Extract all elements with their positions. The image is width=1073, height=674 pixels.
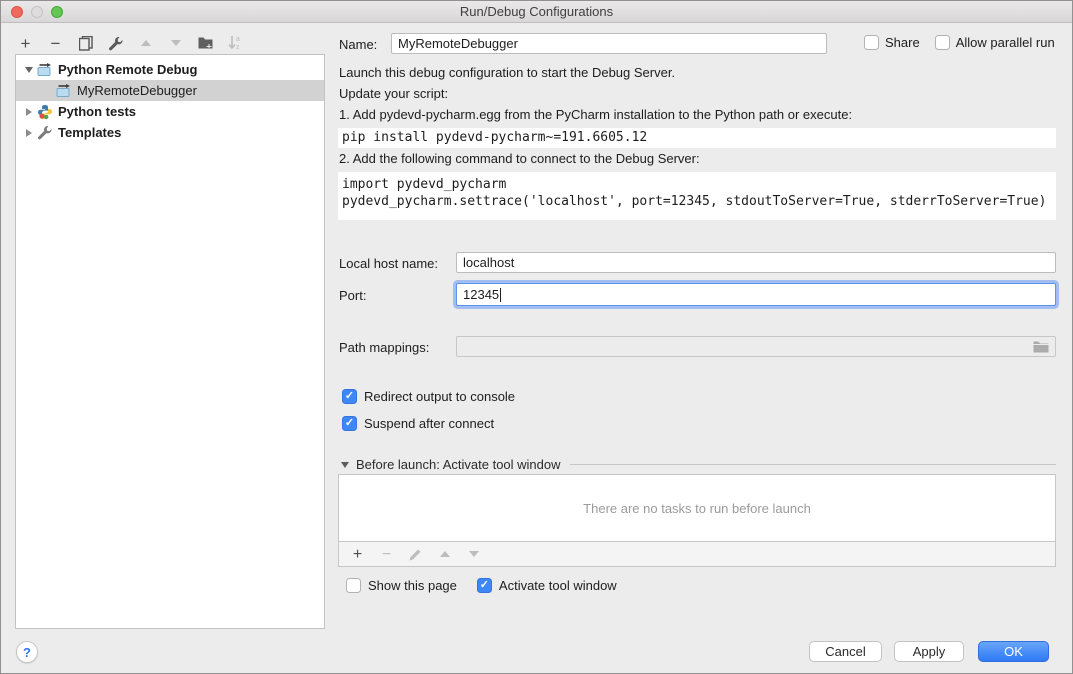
suspend-after-connect-row[interactable]: ✓ Suspend after connect (342, 416, 494, 431)
remove-task-button: − (378, 546, 395, 563)
before-launch-title: Before launch: Activate tool window (356, 457, 561, 472)
show-this-page-checkbox[interactable] (346, 578, 361, 593)
sort-configurations-icon: az (227, 35, 244, 52)
pip-install-code: pip install pydevd-pycharm~=191.6605.12 (338, 128, 1056, 148)
name-value: MyRemoteDebugger (398, 36, 518, 51)
instruction-step-1: 1. Add pydevd-pycharm.egg from the PyCha… (339, 107, 852, 122)
settrace-code-line-2: pydevd_pycharm.settrace('localhost', por… (342, 193, 1056, 210)
ok-button[interactable]: OK (978, 641, 1049, 662)
tree-item-myremotedebugger[interactable]: MyRemoteDebugger (16, 80, 324, 101)
instruction-line-1: Launch this debug configuration to start… (339, 65, 675, 80)
move-up-icon (137, 35, 154, 52)
settrace-code-line-1: import pydevd_pycharm (342, 176, 1056, 193)
chevron-collapsed-icon[interactable] (22, 108, 36, 116)
titlebar[interactable]: Run/Debug Configurations (1, 1, 1072, 23)
share-label: Share (885, 35, 920, 50)
name-input[interactable]: MyRemoteDebugger (391, 33, 827, 54)
svg-text:a: a (236, 36, 240, 43)
tree-item-python-remote-debug[interactable]: Python Remote Debug (16, 59, 324, 80)
tree-item-label: Python Remote Debug (58, 62, 197, 77)
python-tests-icon (36, 104, 53, 120)
svg-text:z: z (236, 44, 240, 51)
remote-debug-config-icon (36, 62, 53, 78)
redirect-output-label: Redirect output to console (364, 389, 515, 404)
activate-tool-window-label: Activate tool window (499, 578, 617, 593)
collapse-section-icon[interactable] (341, 462, 349, 468)
edit-templates-wrench-icon[interactable] (107, 35, 124, 52)
before-launch-header[interactable]: Before launch: Activate tool window (341, 457, 1056, 472)
share-checkbox[interactable] (864, 35, 879, 50)
redirect-output-checkbox[interactable]: ✓ (342, 389, 357, 404)
add-configuration-button[interactable]: + (17, 35, 34, 52)
move-task-down-icon (465, 546, 482, 563)
show-this-page-label: Show this page (368, 578, 457, 593)
port-value: 12345 (463, 287, 499, 302)
path-mappings-input[interactable] (456, 336, 1056, 357)
settrace-code-block: import pydevd_pycharm pydevd_pycharm.set… (338, 172, 1056, 220)
folder-browse-icon[interactable] (1033, 341, 1049, 353)
local-host-input[interactable]: localhost (456, 252, 1056, 273)
port-label: Port: (339, 288, 366, 303)
before-launch-task-list[interactable]: There are no tasks to run before launch (338, 474, 1056, 542)
tree-item-label: Python tests (58, 104, 136, 119)
chevron-collapsed-icon[interactable] (22, 129, 36, 137)
activate-tool-window-checkbox[interactable]: ✓ (477, 578, 492, 593)
task-list-toolbar: + − (338, 542, 1056, 567)
page-options-row: Show this page ✓ Activate tool window (346, 578, 617, 593)
run-debug-configurations-dialog: Run/Debug Configurations + − az Python R… (0, 0, 1073, 674)
remote-debug-config-icon (55, 83, 72, 99)
name-label: Name: (339, 37, 377, 52)
edit-task-pencil-icon (407, 546, 424, 563)
add-task-button[interactable]: + (349, 546, 366, 563)
text-caret (500, 288, 501, 302)
redirect-output-row[interactable]: ✓ Redirect output to console (342, 389, 515, 404)
templates-wrench-icon (36, 125, 53, 141)
local-host-value: localhost (463, 255, 514, 270)
instruction-step-2: 2. Add the following command to connect … (339, 151, 700, 166)
remove-configuration-button[interactable]: − (47, 35, 64, 52)
help-button[interactable]: ? (16, 641, 38, 663)
new-folder-icon[interactable] (197, 35, 214, 52)
section-divider (570, 464, 1056, 465)
move-task-up-icon (436, 546, 453, 563)
local-host-label: Local host name: (339, 256, 438, 271)
tree-item-templates[interactable]: Templates (16, 122, 324, 143)
allow-parallel-run-checkbox[interactable] (935, 35, 950, 50)
chevron-expanded-icon[interactable] (22, 67, 36, 73)
allow-parallel-run-label: Allow parallel run (956, 35, 1055, 50)
move-down-icon (167, 35, 184, 52)
suspend-after-connect-label: Suspend after connect (364, 416, 494, 431)
tree-item-python-tests[interactable]: Python tests (16, 101, 324, 122)
configurations-tree: Python Remote Debug MyRemoteDebugger Pyt… (15, 54, 325, 629)
tree-item-label: MyRemoteDebugger (77, 83, 197, 98)
share-checkbox-row: Share Allow parallel run (864, 35, 1055, 50)
configurations-toolbar: + − az (17, 34, 244, 52)
cancel-button[interactable]: Cancel (809, 641, 882, 662)
window-title: Run/Debug Configurations (1, 4, 1072, 19)
copy-configuration-icon[interactable] (77, 35, 94, 52)
suspend-after-connect-checkbox[interactable]: ✓ (342, 416, 357, 431)
path-mappings-label: Path mappings: (339, 340, 429, 355)
tree-item-label: Templates (58, 125, 121, 140)
port-input[interactable]: 12345 (456, 283, 1056, 306)
no-tasks-placeholder: There are no tasks to run before launch (583, 501, 811, 516)
apply-button[interactable]: Apply (894, 641, 964, 662)
instruction-line-2: Update your script: (339, 86, 448, 101)
